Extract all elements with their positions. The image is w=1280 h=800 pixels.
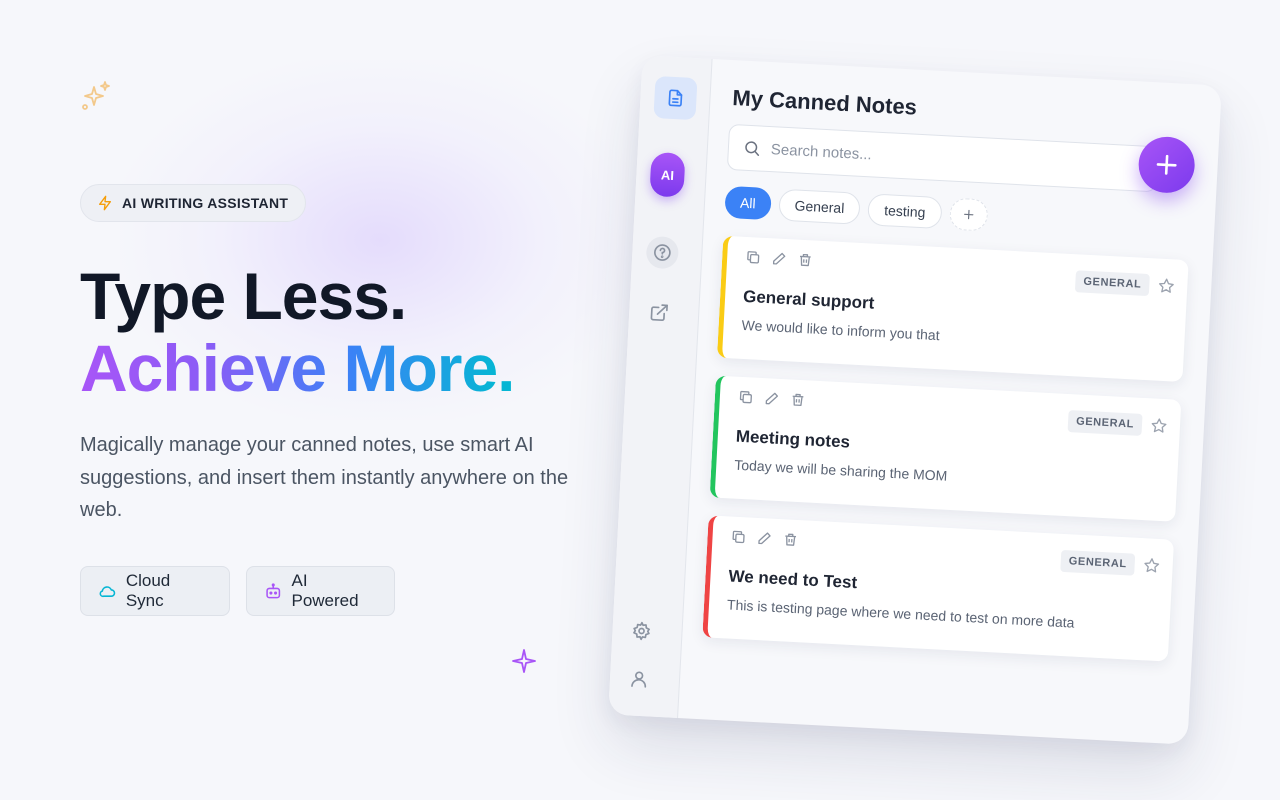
- note-card[interactable]: GENERAL General support We would like to…: [716, 235, 1189, 382]
- feature-label: Cloud Sync: [125, 571, 171, 610]
- headline-gradient-text: Achieve More: [80, 331, 498, 405]
- external-link-icon: [650, 304, 668, 321]
- headline-dot: .: [497, 331, 515, 405]
- feature-ai-powered: AI Powered: [246, 566, 395, 616]
- user-icon: [631, 671, 647, 688]
- sidebar-settings-button[interactable]: [626, 615, 658, 647]
- filter-chips: All General testing: [724, 185, 989, 232]
- sidebar-external-link-button[interactable]: [642, 296, 676, 330]
- edit-icon[interactable]: [756, 530, 773, 547]
- sidebar-profile-button[interactable]: [623, 663, 655, 695]
- headline-line-1: Type Less.: [80, 259, 407, 333]
- plus-icon: [963, 209, 974, 220]
- search-input[interactable]: [770, 140, 1111, 176]
- note-tag: GENERAL: [1074, 270, 1150, 297]
- star-icon[interactable]: [1150, 416, 1169, 435]
- edit-icon[interactable]: [763, 390, 780, 407]
- copy-icon[interactable]: [730, 529, 747, 546]
- help-icon: [654, 244, 671, 261]
- gear-icon: [633, 621, 650, 641]
- copy-icon[interactable]: [745, 249, 762, 266]
- cloud-icon: [99, 585, 116, 597]
- headline-line-2: Achieve More.: [80, 328, 516, 408]
- note-title: We need to Test: [728, 566, 858, 593]
- hero-badge: AI WRITING ASSISTANT: [80, 184, 307, 222]
- note-tag: GENERAL: [1060, 549, 1136, 576]
- sidebar-help-button[interactable]: [645, 235, 680, 270]
- sparkle-icon: [80, 80, 112, 112]
- search-icon: [745, 141, 760, 156]
- note-body: Today we will be sharing the MOM: [733, 456, 948, 484]
- star-icon[interactable]: [1142, 556, 1161, 575]
- feature-label: AI Powered: [291, 571, 359, 610]
- star-icon[interactable]: [1157, 277, 1176, 296]
- ai-label: AI: [660, 166, 675, 183]
- note-title: General support: [742, 286, 875, 313]
- app-main: My Canned Notes All General testing GENE…: [678, 59, 1222, 745]
- add-filter-button[interactable]: [948, 197, 989, 232]
- note-body: This is testing page where we need to te…: [726, 596, 1075, 631]
- edit-icon[interactable]: [771, 250, 788, 267]
- sidebar-ai-button[interactable]: AI: [649, 151, 686, 198]
- plus-icon: [1156, 154, 1177, 175]
- document-icon: [668, 89, 683, 107]
- bot-icon: [266, 582, 281, 598]
- note-card[interactable]: GENERAL Meeting notes Today we will be s…: [709, 375, 1182, 522]
- note-body: We would like to inform you that: [741, 316, 941, 344]
- sparkle-icon: [510, 647, 538, 675]
- hero-badge-label: AI WRITING ASSISTANT: [122, 195, 289, 211]
- page-title: My Canned Notes: [731, 85, 918, 120]
- lightning-icon: [99, 195, 111, 211]
- filter-chip-all[interactable]: All: [724, 185, 772, 221]
- trash-icon[interactable]: [789, 391, 806, 408]
- note-title: Meeting notes: [735, 426, 851, 452]
- sidebar-notes-button[interactable]: [653, 75, 698, 121]
- copy-icon[interactable]: [738, 389, 755, 406]
- app-window: AI My Canned Notes All General testing: [608, 55, 1222, 745]
- note-card[interactable]: GENERAL We need to Test This is testing …: [702, 515, 1175, 662]
- hero-description: Magically manage your canned notes, use …: [80, 434, 569, 521]
- filter-chip-general[interactable]: General: [777, 188, 862, 225]
- trash-icon[interactable]: [782, 531, 799, 548]
- search-bar: [726, 123, 1159, 193]
- filter-chip-testing[interactable]: testing: [867, 193, 943, 230]
- note-tag: GENERAL: [1067, 410, 1143, 436]
- feature-cloud-sync: Cloud Sync: [80, 566, 230, 616]
- trash-icon[interactable]: [797, 252, 814, 269]
